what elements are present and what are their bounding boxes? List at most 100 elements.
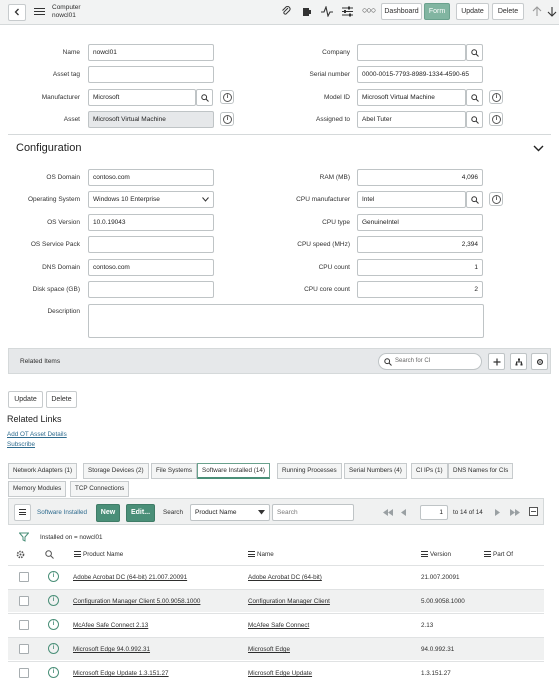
row-info-icon[interactable]: i	[48, 571, 59, 582]
dashboard-button[interactable]: Dashboard	[381, 3, 422, 20]
manufacturer-info-button[interactable]: i	[220, 90, 234, 104]
cpu-manufacturer-info-button[interactable]: i	[489, 192, 503, 206]
previous-page-icon[interactable]	[400, 509, 406, 516]
column-header-version[interactable]: Version	[421, 551, 451, 558]
name-link[interactable]: Adobe Acrobat DC (64-bit)	[248, 574, 322, 581]
model-id-info-button[interactable]: i	[489, 90, 503, 104]
row-checkbox[interactable]	[19, 596, 29, 606]
settings-sliders-icon[interactable]	[342, 6, 353, 17]
product-name-link[interactable]: McAfee Safe Connect 2.13	[73, 622, 148, 629]
tab-network-adapters[interactable]: Network Adapters (1)	[8, 463, 78, 479]
tab-ci-ips[interactable]: CI IPs (1)	[411, 463, 448, 479]
tab-serial-numbers[interactable]: Serial Numbers (4)	[344, 463, 407, 479]
cpu-manufacturer-field[interactable]: Intel	[357, 191, 466, 208]
product-name-link[interactable]: Microsoft Edge 94.0.992.31	[73, 646, 150, 653]
form-button[interactable]: Form	[424, 3, 450, 20]
row-checkbox[interactable]	[19, 668, 29, 678]
table-row[interactable]: i Adobe Acrobat DC (64-bit) 21.007.20091…	[8, 565, 544, 588]
list-settings-gear-icon[interactable]	[15, 549, 26, 560]
product-name-link[interactable]: Microsoft Edge Update 1.3.151.27	[73, 670, 169, 677]
disk-space-field[interactable]	[88, 281, 214, 298]
list-search-input[interactable]: Search	[272, 504, 354, 521]
paperclip-icon[interactable]	[281, 6, 292, 17]
activity-stream-icon[interactable]	[301, 6, 312, 17]
update-bottom-button[interactable]: Update	[8, 391, 43, 408]
last-page-icon[interactable]	[509, 509, 521, 516]
tab-running-processes[interactable]: Running Processes	[277, 463, 342, 479]
tab-tcp-connections[interactable]: TCP Connections	[70, 481, 130, 497]
cpu-core-count-field[interactable]: 2	[357, 281, 483, 298]
table-row[interactable]: i Microsoft Edge Update 1.3.151.27 Micro…	[8, 661, 544, 684]
next-page-icon[interactable]	[495, 509, 501, 516]
name-field[interactable]: nowcl01	[88, 44, 214, 61]
name-link[interactable]: Microsoft Edge	[248, 646, 290, 653]
company-field[interactable]	[357, 44, 466, 61]
tab-file-systems[interactable]: File Systems	[151, 463, 198, 479]
assigned-to-info-button[interactable]: i	[489, 112, 503, 126]
name-link[interactable]: McAfee Safe Connect	[248, 622, 309, 629]
serial-number-field[interactable]: 0000-0015-7793-8989-1334-4590-65	[357, 66, 483, 83]
column-header-product-name[interactable]: Product Name	[74, 551, 123, 558]
new-button[interactable]: New	[96, 504, 120, 522]
arrow-down-icon[interactable]	[547, 6, 557, 17]
os-service-pack-field[interactable]	[88, 236, 214, 253]
row-info-icon[interactable]: i	[48, 643, 59, 654]
arrow-up-icon[interactable]	[532, 6, 542, 17]
first-page-icon[interactable]	[382, 509, 394, 516]
ram-field[interactable]: 4,096	[357, 169, 483, 186]
ci-search-input[interactable]: Search for CI	[378, 353, 482, 370]
dependency-view-button[interactable]	[510, 353, 527, 370]
tab-dns-names[interactable]: DNS Names for CIs	[448, 463, 514, 479]
delete-bottom-button[interactable]: Delete	[46, 391, 77, 408]
column-header-name[interactable]: Name	[248, 551, 274, 558]
assigned-to-lookup-button[interactable]	[466, 111, 483, 128]
edit-button[interactable]: Edit...	[126, 504, 155, 522]
row-info-icon[interactable]: i	[48, 619, 59, 630]
row-info-icon[interactable]: i	[48, 667, 59, 678]
description-textarea[interactable]	[88, 304, 484, 338]
cpu-speed-field[interactable]: 2,394	[357, 236, 483, 253]
company-lookup-button[interactable]	[466, 44, 483, 61]
filter-icon[interactable]	[19, 532, 29, 542]
cpu-count-field[interactable]: 1	[357, 259, 483, 276]
tab-storage-devices[interactable]: Storage Devices (2)	[83, 463, 149, 479]
update-button[interactable]: Update	[456, 3, 489, 20]
row-checkbox[interactable]	[19, 644, 29, 654]
manufacturer-lookup-button[interactable]	[196, 89, 213, 106]
more-options-icon[interactable]: ○○○	[362, 6, 376, 15]
search-field-select[interactable]: Product Name	[190, 504, 270, 521]
dns-domain-field[interactable]: contoso.com	[88, 259, 214, 276]
back-button[interactable]	[8, 4, 26, 21]
asset-info-button[interactable]: i	[220, 112, 234, 126]
pulse-icon[interactable]	[321, 6, 333, 17]
list-menu-button[interactable]	[14, 504, 31, 521]
row-checkbox[interactable]	[19, 620, 29, 630]
row-checkbox[interactable]	[19, 572, 29, 582]
tab-software-installed[interactable]: Software Installed (14)	[197, 463, 270, 479]
chevron-down-icon[interactable]	[533, 145, 544, 152]
add-related-item-button[interactable]	[488, 353, 505, 370]
table-row[interactable]: i Microsoft Edge 94.0.992.31 Microsoft E…	[8, 637, 544, 660]
hamburger-menu-icon[interactable]	[34, 8, 45, 16]
os-domain-field[interactable]: contoso.com	[88, 169, 214, 186]
manufacturer-field[interactable]: Microsoft	[88, 89, 196, 106]
cpu-type-field[interactable]: GenuineIntel	[357, 214, 483, 231]
collapse-list-icon[interactable]	[529, 507, 538, 516]
row-info-icon[interactable]: i	[48, 595, 59, 606]
filter-breadcrumb[interactable]: Installed on = nowcl01	[40, 534, 103, 541]
page-number-input[interactable]: 1	[420, 505, 448, 520]
delete-button[interactable]: Delete	[492, 3, 524, 20]
cpu-manufacturer-lookup-button[interactable]	[466, 191, 483, 208]
os-version-field[interactable]: 10.0.19043	[88, 214, 214, 231]
column-search-icon[interactable]	[45, 550, 54, 559]
product-name-link[interactable]: Adobe Acrobat DC (64-bit) 21.007.20091	[73, 574, 187, 581]
add-ot-asset-details-link[interactable]: Add OT Asset Details	[7, 431, 67, 438]
assigned-to-field[interactable]: Abel Tuter	[357, 111, 466, 128]
table-row[interactable]: i Configuration Manager Client 5.00.9058…	[8, 589, 544, 612]
related-items-settings-button[interactable]	[531, 353, 548, 370]
name-link[interactable]: Configuration Manager Client	[248, 598, 330, 605]
column-header-part-of[interactable]: Part Of	[484, 551, 513, 558]
name-link[interactable]: Microsoft Edge Update	[248, 670, 312, 677]
tab-memory-modules[interactable]: Memory Modules	[8, 481, 67, 497]
model-id-field[interactable]: Microsoft Virtual Machine	[357, 89, 466, 106]
